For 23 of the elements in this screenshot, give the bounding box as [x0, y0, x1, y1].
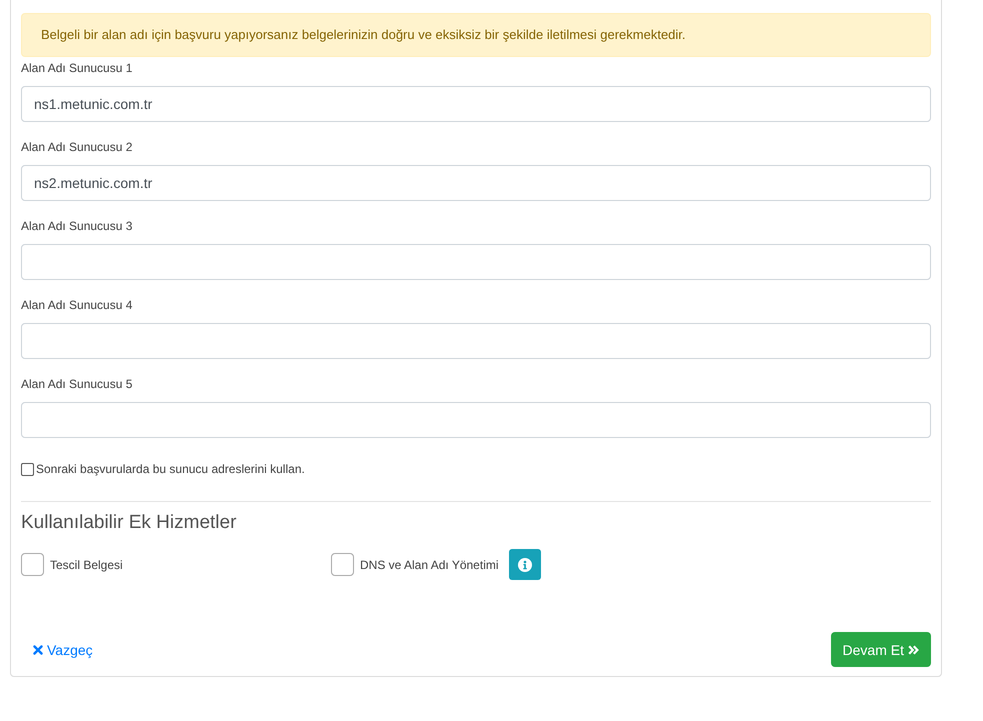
field-label: Alan Adı Sunucusu 5	[21, 376, 134, 393]
field-label: Alan Adı Sunucusu 1	[21, 60, 134, 77]
checkbox-label: Tescil Belgesi	[50, 558, 123, 572]
field-label: Alan Adı Sunucusu 2	[21, 139, 134, 156]
double-chevron-icon	[908, 644, 919, 654]
text-input[interactable]	[21, 323, 931, 359]
checkbox-label: DNS ve Alan Adı Yönetimi	[360, 558, 499, 572]
cancel-link[interactable]: Vazgeç	[21, 636, 105, 664]
text-input[interactable]	[21, 402, 931, 438]
text-input[interactable]: ns2.metunic.com.tr	[21, 165, 931, 201]
field-label: Alan Adı Sunucusu 3	[21, 218, 134, 235]
checkbox[interactable]	[331, 553, 354, 576]
text-input[interactable]: ns1.metunic.com.tr	[21, 86, 931, 122]
checkbox[interactable]	[21, 462, 34, 476]
info-button[interactable]	[508, 549, 541, 580]
text-input[interactable]	[21, 244, 931, 280]
field-label: Alan Adı Sunucusu 4	[21, 297, 134, 314]
section-heading: Kullanılabilir Ek Hizmetler	[21, 511, 238, 535]
checkbox-label: Sonraki başvurularda bu sunucu adreslerini kullan.	[36, 462, 305, 476]
checkbox[interactable]	[21, 553, 44, 576]
info-icon	[518, 558, 532, 572]
close-icon	[33, 644, 43, 654]
warning-alert: Belgeli bir alan adı için başvuru yapıyorsanız belgelerinizin doğru ve eksiksiz bir şekilde iletilmesi gerekmektedir.	[21, 13, 931, 57]
